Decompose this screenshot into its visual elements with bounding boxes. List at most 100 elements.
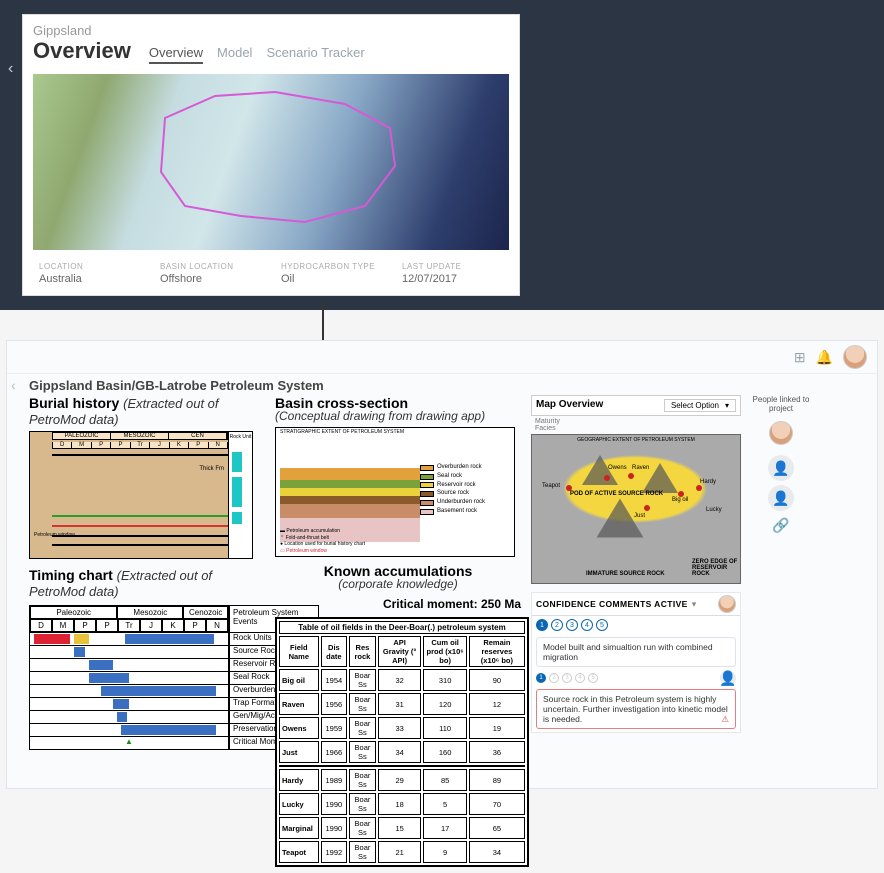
table-cell: 89 xyxy=(469,769,525,791)
bell-icon[interactable]: 🔔 xyxy=(816,349,833,366)
timing-chart-title: Timing chart (Extracted out of PetroMod … xyxy=(29,567,265,599)
map-overview-canvas[interactable]: GEOGRAPHIC EXTENT OF PETROLEUM SYSTEM Te… xyxy=(531,434,741,584)
panel-title: Gippsland Basin/GB-Latrobe Petroleum Sys… xyxy=(7,374,877,395)
burial-history-chart[interactable]: PALEOZOIC MESOZOIC CEN D M P P Tr J K P … xyxy=(29,431,253,559)
confidence-dot[interactable]: 4 xyxy=(581,619,593,631)
table-cell: 15 xyxy=(378,817,422,839)
warning-icon: ⚠ xyxy=(721,714,729,725)
avatar[interactable] xyxy=(769,421,793,445)
table-cell: Boar Ss xyxy=(349,769,376,791)
table-cell: Lucky xyxy=(279,793,319,815)
table-cell: 1990 xyxy=(321,817,347,839)
oil-fields-table: Table of oil fields in the Deer-Boar(.) … xyxy=(275,617,529,867)
table-row: Hardy1989Boar Ss298589 xyxy=(279,769,525,791)
period: P xyxy=(74,619,96,632)
comment-warning: Source rock in this Petroleum system is … xyxy=(536,689,736,729)
field-label: Owens xyxy=(608,465,627,471)
meta-value: Oil xyxy=(281,273,382,285)
pod-label: POD OF ACTIVE SOURCE ROCK xyxy=(570,491,663,497)
table-cell: 90 xyxy=(469,669,525,691)
avatar[interactable] xyxy=(843,345,867,369)
confidence-dot[interactable]: 2 xyxy=(551,619,563,631)
table-cell: Just xyxy=(279,741,319,763)
basin-map[interactable] xyxy=(33,74,509,250)
confidence-dot[interactable]: 1 xyxy=(536,619,548,631)
meta-row: LOCATION Australia Basin location Offsho… xyxy=(23,256,519,295)
confidence-dot[interactable]: 5 xyxy=(588,673,598,683)
confidence-dot[interactable]: 1 xyxy=(536,673,546,683)
table-cell: 34 xyxy=(469,841,525,863)
field-label: Raven xyxy=(632,465,649,471)
tab-scenario-tracker[interactable]: Scenario Tracker xyxy=(266,43,364,64)
col-header: Field Name xyxy=(279,636,319,667)
select-text: Select Option xyxy=(671,401,719,410)
critical-moment-label: Critical moment: 250 Ma xyxy=(275,597,521,611)
confidence-dot[interactable]: 3 xyxy=(562,673,572,683)
period: J xyxy=(150,442,169,448)
burial-history-title: Burial history (Extracted out of PetroMo… xyxy=(29,395,265,427)
tab-model[interactable]: Model xyxy=(217,43,252,64)
map-select[interactable]: Select Option▾ xyxy=(664,399,736,412)
legend-label: Basement rock xyxy=(437,508,477,516)
res-label: ZERO EDGE OF RESERVOIR ROCK xyxy=(692,559,738,577)
page-title: Overview xyxy=(33,38,131,64)
tab-overview[interactable]: Overview xyxy=(149,43,203,64)
confidence-dot[interactable]: 4 xyxy=(575,673,585,683)
period: M xyxy=(52,619,74,632)
confidence-dot[interactable]: 3 xyxy=(566,619,578,631)
user-placeholder-icon[interactable]: 👤 xyxy=(720,670,736,686)
user-placeholder-icon[interactable]: 👤 xyxy=(768,455,794,481)
table-header-row: Field Name Dis date Res rock API Gravity… xyxy=(279,636,525,667)
cs-lines-legend: ▬ Petroleum accumulation ⌃ Fold-and-thru… xyxy=(280,528,365,554)
comment: Model built and simualtion run with comb… xyxy=(536,637,736,667)
table-cell: 34 xyxy=(378,741,422,763)
table-cell: 110 xyxy=(423,717,466,739)
era: CEN xyxy=(169,433,227,439)
chevron-left-icon[interactable]: ‹ xyxy=(8,60,22,86)
chevron-down-icon[interactable]: ▾ xyxy=(692,599,697,610)
detail-panel: ⊞ 🔔 ‹ Gippsland Basin/GB-Latrobe Petrole… xyxy=(6,340,878,789)
confidence-dots: 1 2 3 4 5 xyxy=(532,616,740,634)
heading-text: Timing chart xyxy=(29,567,113,583)
era: MESOZOIC xyxy=(111,433,169,439)
table-cell: 12 xyxy=(469,693,525,715)
avatar[interactable] xyxy=(718,595,736,613)
people-title: People linked to project xyxy=(749,395,813,413)
table-cell: Boar Ss xyxy=(349,817,376,839)
legend-label: Source rock xyxy=(437,490,469,498)
table-cell: Boar Ss xyxy=(349,717,376,739)
filter-label[interactable]: Maturity xyxy=(535,418,560,425)
people-panel: People linked to project 👤 👤 🔗 xyxy=(749,395,813,867)
table-cell: Hardy xyxy=(279,769,319,791)
period: D xyxy=(30,619,52,632)
period: K xyxy=(162,619,184,632)
period: N xyxy=(206,619,228,632)
col-header: API Gravity (° API) xyxy=(378,636,422,667)
period: Tr xyxy=(131,442,150,448)
legend-label: Seal rock xyxy=(437,473,462,481)
table-cell: Boar Ss xyxy=(349,669,376,691)
confidence-dot[interactable]: 5 xyxy=(596,619,608,631)
link-icon[interactable]: 🔗 xyxy=(749,517,813,534)
table-cell: 36 xyxy=(469,741,525,763)
confidence-dot[interactable]: 2 xyxy=(549,673,559,683)
table-cell: Boar Ss xyxy=(349,741,376,763)
meta-label: HYDROCARBON TYPE xyxy=(281,262,382,271)
table-row: Owens1959Boar Ss3311019 xyxy=(279,717,525,739)
user-placeholder-icon[interactable]: 👤 xyxy=(768,485,794,511)
table-cell: Owens xyxy=(279,717,319,739)
table-cell: 160 xyxy=(423,741,466,763)
era: Paleozoic xyxy=(30,606,117,619)
chevron-left-icon[interactable]: ‹ xyxy=(11,377,16,393)
legend-label: Overburden rock xyxy=(437,464,482,472)
filter-label[interactable]: Facies xyxy=(535,425,556,432)
table-row: Teapot1992Boar Ss21934 xyxy=(279,841,525,863)
cross-section-diagram[interactable]: STRATIGRAPHIC EXTENT OF PETROLEUM SYSTEM… xyxy=(275,427,515,557)
rock-unit-column: Rock Unit xyxy=(228,432,252,558)
meta-value: Australia xyxy=(39,273,140,285)
grid-icon[interactable]: ⊞ xyxy=(794,349,806,366)
legend-label: Reservoir rock xyxy=(437,482,476,490)
table-cell: 85 xyxy=(423,769,466,791)
table-row: Just1966Boar Ss3416036 xyxy=(279,741,525,763)
table-row: Lucky1990Boar Ss18570 xyxy=(279,793,525,815)
